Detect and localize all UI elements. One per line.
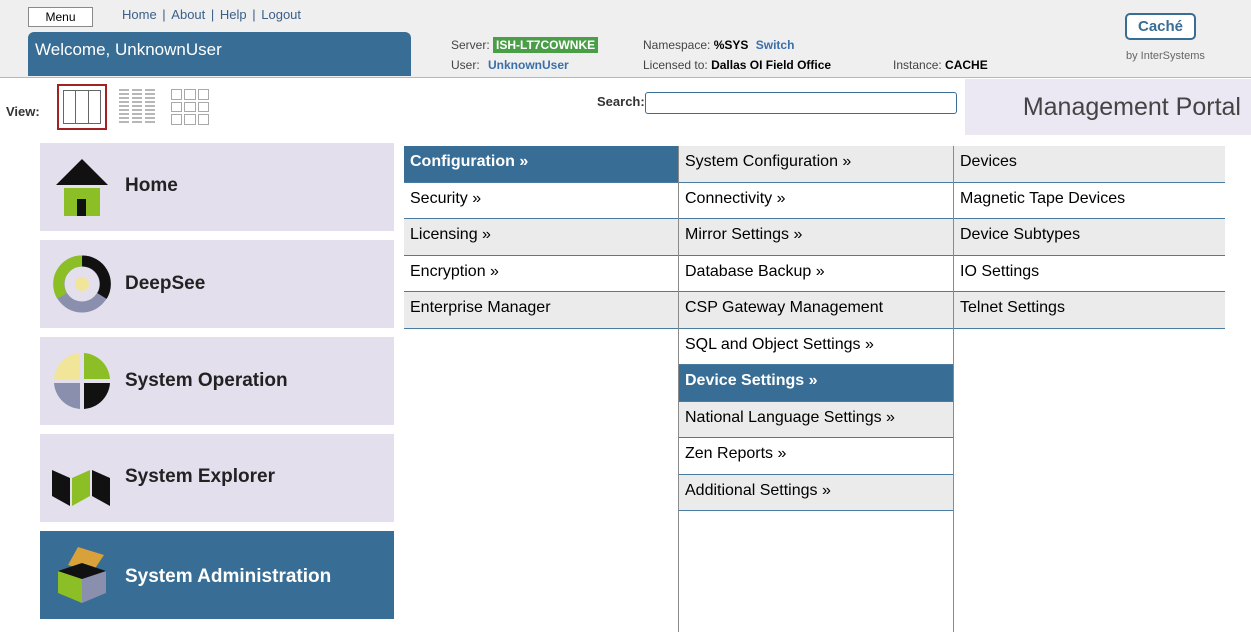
nav-label-system-operation: System Operation: [125, 370, 288, 391]
menu-item-mirror-settings[interactable]: Mirror Settings »: [679, 219, 953, 256]
menu-item-zen-reports[interactable]: Zen Reports »: [679, 438, 953, 475]
home-link[interactable]: Home: [122, 7, 157, 22]
server-info: Server: ISH-LT7COWNKE: [451, 37, 599, 53]
namespace-label: Namespace:: [643, 38, 711, 52]
menu-item-io-settings[interactable]: IO Settings: [954, 255, 1225, 292]
namespace-info: Namespace: %SYS Switch: [643, 38, 794, 52]
nav-label-deepsee: DeepSee: [125, 273, 206, 294]
nav-label-home: Home: [125, 175, 178, 196]
menu-item-telnet-settings[interactable]: Telnet Settings: [954, 292, 1225, 329]
menu-item-enterprise-manager[interactable]: Enterprise Manager: [404, 292, 678, 329]
nav-deepsee[interactable]: DeepSee: [40, 240, 394, 328]
top-links: Home | About | Help | Logout: [122, 7, 301, 22]
menu-item-sql-object-settings[interactable]: SQL and Object Settings »: [679, 328, 953, 365]
instance-info: Instance: CACHE: [893, 58, 988, 72]
page-title: Management Portal: [965, 79, 1251, 135]
menu-column-1: Configuration » Security » Licensing » E…: [404, 146, 678, 329]
user-label: User:: [451, 58, 480, 72]
nav-system-explorer[interactable]: System Explorer: [40, 434, 394, 522]
cache-logo: Caché: [1125, 13, 1196, 40]
deepsee-icon: [53, 255, 111, 313]
menu-item-csp-gateway[interactable]: CSP Gateway Management: [679, 292, 953, 329]
server-label: Server:: [451, 38, 490, 52]
namespace-value: %SYS: [713, 38, 749, 52]
help-link[interactable]: Help: [220, 7, 247, 22]
menu-item-database-backup[interactable]: Database Backup »: [679, 255, 953, 292]
menu-item-national-language[interactable]: National Language Settings »: [679, 401, 953, 438]
about-link[interactable]: About: [171, 7, 205, 22]
link-separator: |: [207, 7, 218, 22]
nav-system-operation[interactable]: System Operation: [40, 337, 394, 425]
logout-link[interactable]: Logout: [261, 7, 301, 22]
column-view-icon[interactable]: [57, 84, 107, 130]
header-bar: Menu Home | About | Help | Logout Welcom…: [0, 0, 1251, 78]
switch-namespace-link[interactable]: Switch: [756, 38, 795, 52]
menu-item-magnetic-tape-devices[interactable]: Magnetic Tape Devices: [954, 182, 1225, 219]
menu-column-2: System Configuration » Connectivity » Mi…: [679, 146, 953, 511]
home-icon: [56, 159, 108, 216]
user-value: UnknownUser: [488, 58, 569, 72]
welcome-banner: Welcome, UnknownUser: [28, 32, 411, 76]
instance-value: CACHE: [945, 58, 988, 72]
user-info: User: UnknownUser: [451, 58, 569, 72]
grid-view-icon[interactable]: [165, 84, 215, 130]
link-separator: |: [158, 7, 170, 22]
menu-item-device-subtypes[interactable]: Device Subtypes: [954, 219, 1225, 256]
nav-system-administration[interactable]: System Administration: [40, 531, 394, 619]
menu-item-encryption[interactable]: Encryption »: [404, 255, 678, 292]
licensed-label: Licensed to:: [643, 58, 708, 72]
view-label: View:: [6, 104, 40, 119]
menu-button[interactable]: Menu: [28, 7, 93, 27]
menu-item-additional-settings[interactable]: Additional Settings »: [679, 474, 953, 511]
menu-item-security[interactable]: Security »: [404, 182, 678, 219]
nav-label-system-explorer: System Explorer: [125, 466, 275, 487]
nav-label-system-administration: System Administration: [125, 566, 332, 587]
nav-home[interactable]: Home: [40, 143, 394, 231]
license-info: Licensed to: Dallas OI Field Office: [643, 58, 831, 72]
menu-item-system-configuration[interactable]: System Configuration »: [679, 146, 953, 183]
menu-item-configuration[interactable]: Configuration »: [404, 146, 678, 183]
search-label: Search:: [597, 94, 645, 109]
list-view-icon[interactable]: [112, 84, 162, 130]
licensed-value: Dallas OI Field Office: [711, 58, 832, 72]
system-administration-icon: [58, 547, 106, 603]
system-operation-icon: [54, 353, 110, 409]
server-badge: ISH-LT7COWNKE: [493, 37, 599, 53]
link-separator: |: [248, 7, 260, 22]
menu-item-connectivity[interactable]: Connectivity »: [679, 182, 953, 219]
system-explorer-icon: [52, 470, 110, 506]
menu-item-devices[interactable]: Devices: [954, 146, 1225, 183]
menu-item-device-settings[interactable]: Device Settings »: [679, 365, 953, 402]
menu-column-3: Devices Magnetic Tape Devices Device Sub…: [954, 146, 1225, 329]
logo-byline: by InterSystems: [1126, 50, 1205, 62]
search-input[interactable]: [645, 92, 957, 114]
menu-item-licensing[interactable]: Licensing »: [404, 219, 678, 256]
instance-label: Instance:: [893, 58, 942, 72]
